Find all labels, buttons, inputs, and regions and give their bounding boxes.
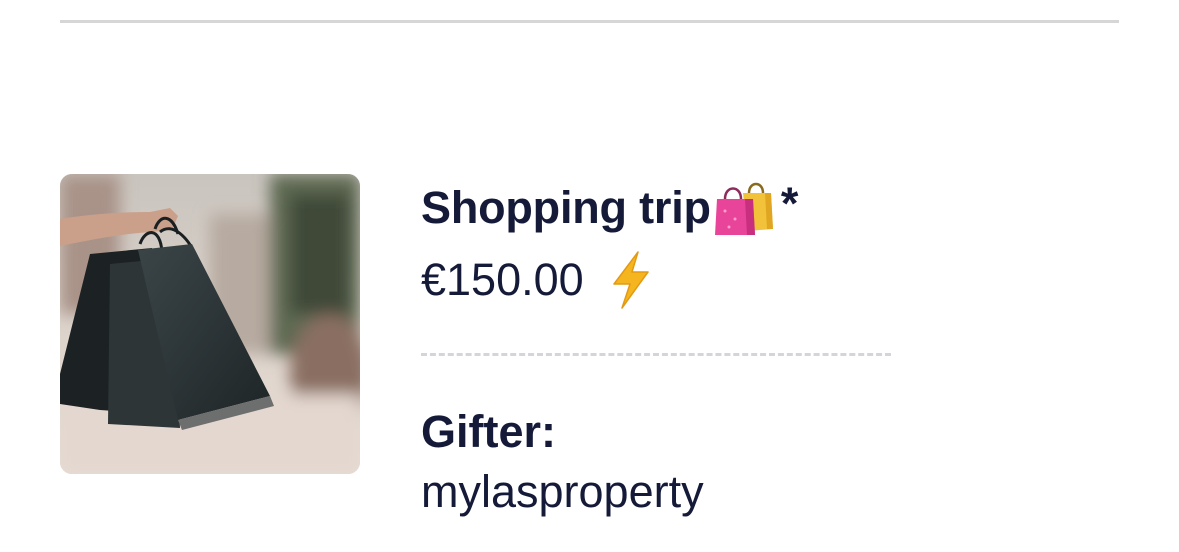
dashed-divider [421,353,891,356]
top-divider [60,20,1119,23]
gifter-label: Gifter: [421,406,556,457]
lightning-bolt-icon [608,250,654,310]
required-marker: * [780,178,799,229]
item-image[interactable] [60,174,360,474]
shopping-bags-photo [60,174,360,474]
price-row: €150.00 [421,250,654,310]
gifter-name: mylasproperty [421,466,704,517]
shopping-bags-icon [713,177,775,235]
gift-item-card[interactable]: Shopping trip * €150.00 Gifter: mylaspro… [60,174,960,534]
item-price: €150.00 [421,254,584,305]
item-title: Shopping trip [421,182,711,233]
item-title-row[interactable]: Shopping trip * [421,177,799,236]
